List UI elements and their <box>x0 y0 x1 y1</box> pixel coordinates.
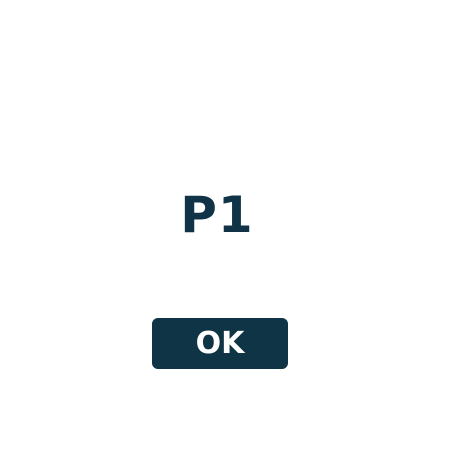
screen: P1 OK <box>0 0 450 450</box>
ok-button[interactable]: OK <box>152 318 288 369</box>
page-title: P1 <box>180 186 254 244</box>
